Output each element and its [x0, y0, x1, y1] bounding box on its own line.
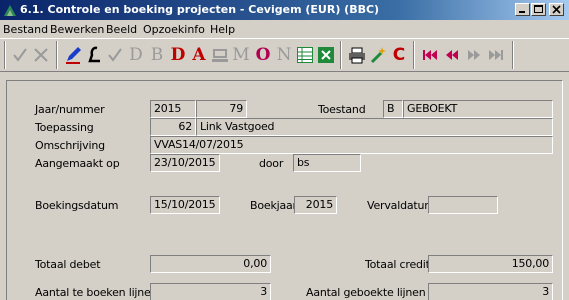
checkmark-icon [108, 48, 122, 62]
menu-opzoekinfo[interactable]: Opzoekinfo [143, 23, 205, 36]
first-icon [423, 50, 437, 60]
letter-b-button[interactable]: B [147, 45, 167, 65]
edit-button[interactable] [63, 45, 83, 65]
totaal-debet-field[interactable]: 0,00 [150, 255, 271, 273]
validate-button[interactable] [105, 45, 125, 65]
label-boekingsdatum: Boekingsdatum [35, 199, 119, 212]
previous-record-button[interactable] [442, 45, 462, 65]
table-icon [297, 47, 313, 63]
close-icon [552, 5, 561, 14]
label-jaar-nummer: Jaar/nummer [35, 103, 105, 116]
table-button[interactable] [295, 45, 315, 65]
menu-beeld[interactable]: Beeld [106, 23, 137, 36]
terminal-icon [212, 49, 228, 62]
toolbar: D B D A M O N C [0, 38, 569, 72]
letter-o-button[interactable]: O [253, 45, 273, 65]
label-totaal-credit: Totaal credit [365, 258, 430, 271]
minimize-icon [519, 11, 525, 13]
excel-button[interactable] [316, 45, 336, 65]
next-record-button[interactable] [464, 45, 484, 65]
totaal-credit-field[interactable]: 150,00 [428, 255, 553, 273]
label-aantal-geboekt: Aantal geboekte lijnen [306, 286, 426, 299]
toolbar-separator [413, 41, 415, 69]
fast-forward-icon [468, 50, 480, 60]
label-toestand: Toestand [318, 103, 366, 116]
label-toepassing: Toepassing [35, 121, 94, 134]
script-l-icon [88, 46, 100, 63]
vervaldatum-field[interactable] [428, 196, 498, 214]
toestand-code-field[interactable]: B [383, 100, 403, 118]
toolbar-separator [512, 41, 514, 69]
wizard-button[interactable] [368, 45, 388, 65]
script-button[interactable] [84, 45, 104, 65]
menu-bestand[interactable]: Bestand [3, 23, 48, 36]
title-bar: 6.1. Controle en boeking projecten - Cev… [0, 0, 569, 20]
window-title: 6.1. Controle en boeking projecten - Cev… [20, 3, 380, 16]
printer-icon [349, 47, 365, 64]
form-panel: Jaar/nummer 2015 79 Toestand B GEBOEKT T… [6, 80, 563, 300]
wand-icon [370, 47, 386, 64]
menu-bewerken[interactable]: Bewerken [50, 23, 104, 36]
letter-c-button[interactable]: C [389, 45, 409, 65]
aantal-te-boeken-field[interactable]: 3 [150, 283, 271, 300]
letter-d-button[interactable]: D [126, 45, 146, 65]
nummer-field[interactable]: 79 [196, 100, 247, 118]
label-aangemaakt-op: Aangemaakt op [35, 157, 120, 170]
pencil-icon [66, 47, 81, 64]
label-omschrijving: Omschrijving [35, 139, 105, 152]
label-totaal-debet: Totaal debet [35, 258, 101, 271]
checkmark-icon [13, 48, 27, 62]
toepassing-name-field[interactable]: Link Vastgoed [196, 118, 553, 136]
menu-bar: Bestand Bewerken Beeld Opzoekinfo Help [0, 20, 569, 38]
toolbar-separator [340, 41, 342, 69]
maximize-icon [534, 5, 543, 13]
label-vervaldatum: Vervaldatum [367, 199, 435, 212]
door-field[interactable]: bs [293, 154, 361, 172]
cancel-button[interactable] [31, 45, 51, 65]
boekjaar-field[interactable]: 2015 [294, 196, 337, 214]
close-button[interactable] [549, 3, 564, 16]
aangemaakt-field[interactable]: 23/10/2015 [150, 154, 220, 172]
toestand-text-field[interactable]: GEBOEKT [403, 100, 553, 118]
terminal-button[interactable] [210, 45, 230, 65]
first-record-button[interactable] [420, 45, 440, 65]
jaar-field[interactable]: 2015 [150, 100, 196, 118]
last-record-button[interactable] [486, 45, 506, 65]
cross-icon [34, 48, 48, 62]
toolbar-grip [4, 41, 6, 69]
label-boekjaar: Boekjaar [250, 199, 297, 212]
rewind-icon [446, 50, 458, 60]
aantal-geboekt-field[interactable]: 3 [428, 283, 553, 300]
toepassing-code-field[interactable]: 62 [150, 118, 196, 136]
excel-icon [318, 47, 334, 63]
letter-d-red-button[interactable]: D [168, 45, 188, 65]
app-icon [4, 5, 16, 16]
confirm-button[interactable] [10, 45, 30, 65]
last-icon [489, 50, 503, 60]
letter-m-button[interactable]: M [231, 45, 251, 65]
maximize-button[interactable] [531, 3, 546, 16]
toolbar-separator [56, 41, 58, 69]
boekingsdatum-field[interactable]: 15/10/2015 [150, 196, 220, 214]
minimize-button[interactable] [515, 3, 530, 16]
menu-help[interactable]: Help [210, 23, 235, 36]
letter-a-button[interactable]: A [189, 45, 209, 65]
label-aantal-te-boeken: Aantal te boeken lijnen [35, 286, 158, 299]
omschrijving-field[interactable]: VVAS14/07/2015 [150, 136, 553, 154]
print-button[interactable] [347, 45, 367, 65]
letter-n-button[interactable]: N [274, 45, 294, 65]
label-door: door [259, 157, 284, 170]
